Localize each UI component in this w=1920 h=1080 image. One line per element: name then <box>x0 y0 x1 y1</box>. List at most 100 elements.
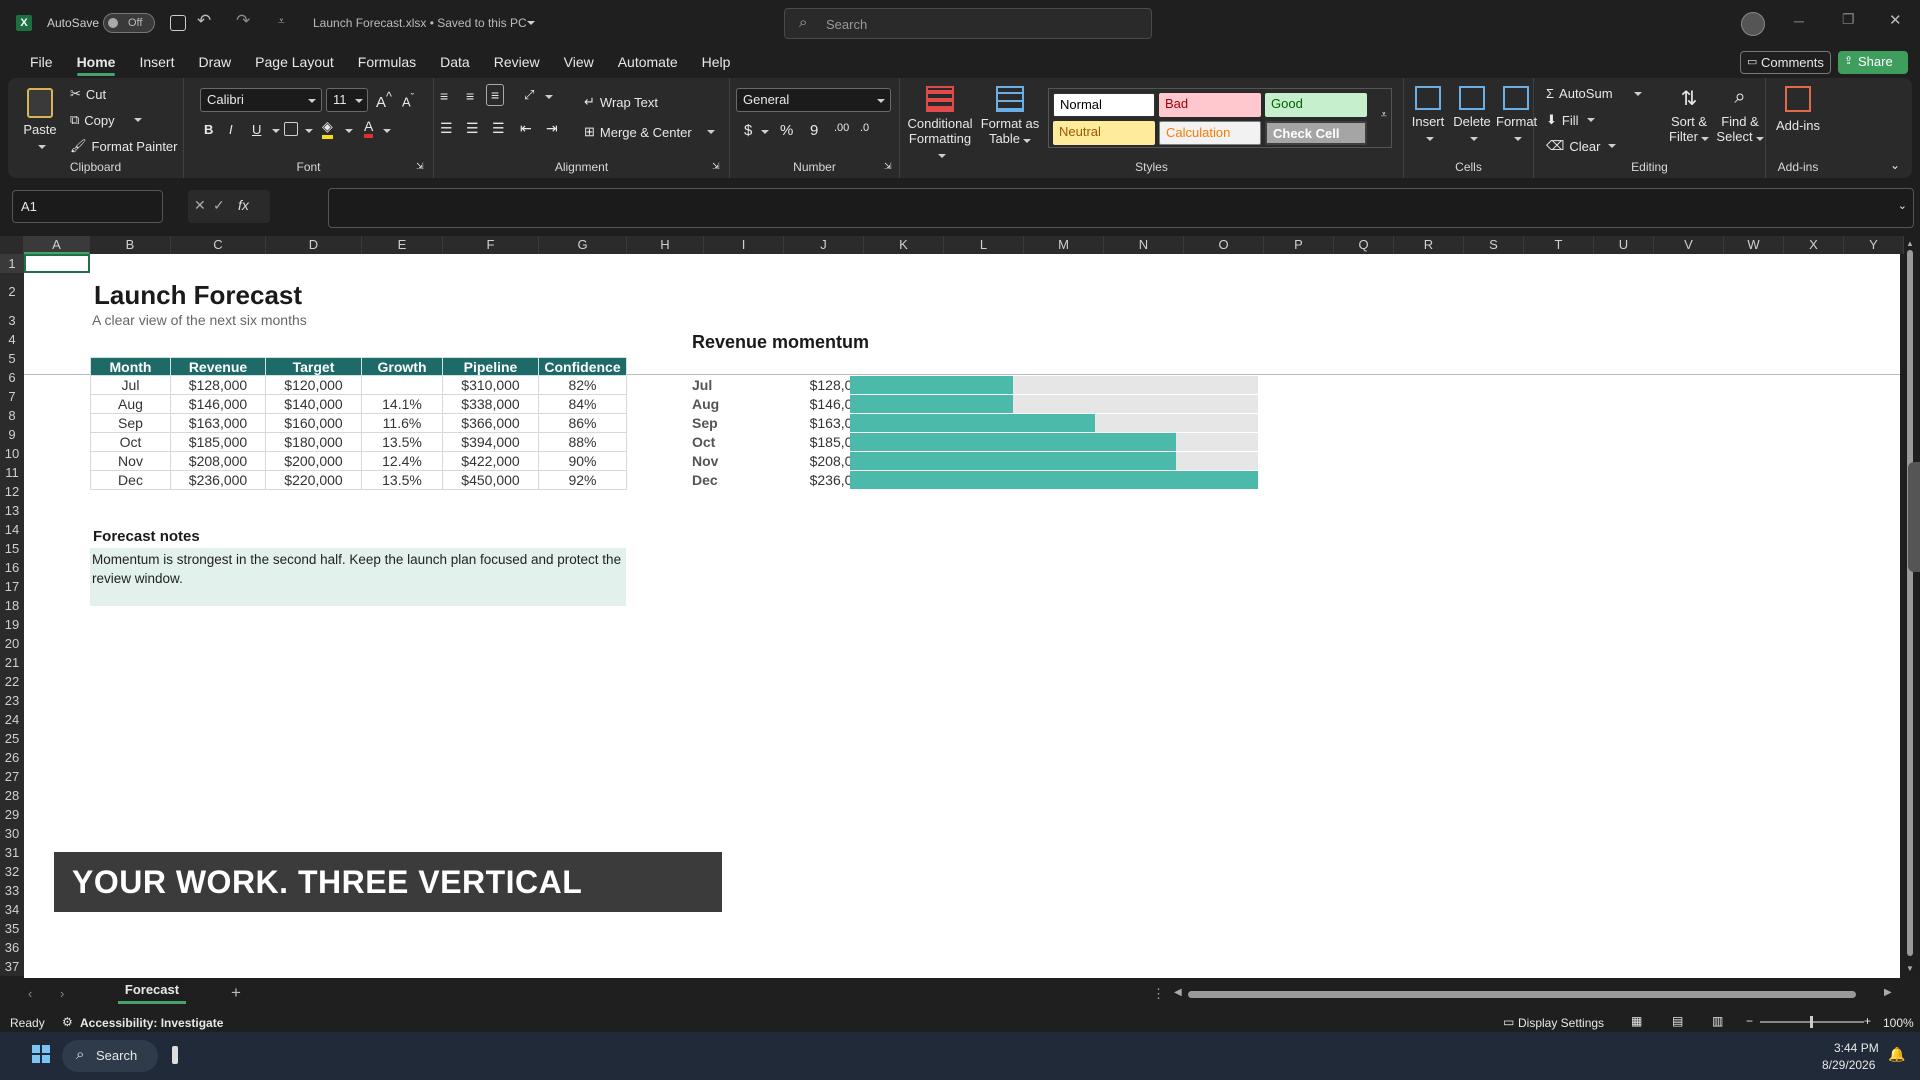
search-box[interactable]: ⌕ Search <box>784 8 1152 39</box>
column-header-n[interactable]: N <box>1104 236 1184 254</box>
header-revenue[interactable]: Revenue <box>170 357 266 376</box>
page-layout-view-icon[interactable]: ▤ <box>1672 1014 1683 1028</box>
menu-automate[interactable]: Automate <box>606 46 690 78</box>
minimize-icon[interactable]: ─ <box>1794 13 1804 29</box>
column-header-u[interactable]: U <box>1594 236 1654 254</box>
column-header-f[interactable]: F <box>443 236 539 254</box>
column-header-w[interactable]: W <box>1724 236 1784 254</box>
comments-button[interactable]: ▭ Comments <box>1740 51 1831 74</box>
display-settings-button[interactable]: Display Settings <box>1518 1016 1604 1030</box>
bold-icon[interactable]: B <box>204 122 213 137</box>
table-cell[interactable]: 82% <box>538 375 627 395</box>
header-target[interactable]: Target <box>265 357 362 376</box>
column-header-b[interactable]: B <box>90 236 171 254</box>
redo-icon[interactable]: ↷ <box>236 11 250 31</box>
clock-time[interactable]: 3:44 PM <box>1834 1041 1879 1055</box>
table-cell[interactable]: $450,000 <box>442 470 539 490</box>
row-header-31[interactable]: 31 <box>0 843 24 862</box>
table-cell[interactable]: Nov <box>90 451 171 471</box>
style-normal[interactable]: Normal <box>1053 93 1155 117</box>
row-header-37[interactable]: 37 <box>0 957 24 976</box>
row-header-16[interactable]: 16 <box>0 558 24 577</box>
row-header-30[interactable]: 30 <box>0 824 24 843</box>
table-cell[interactable]: $208,000 <box>170 451 266 471</box>
zoom-in-icon[interactable]: + <box>1864 1014 1871 1028</box>
increase-indent-icon[interactable]: ⇥ <box>546 120 558 137</box>
scroll-up-icon[interactable]: ▲ <box>1906 239 1914 248</box>
header-confidence[interactable]: Confidence <box>538 357 627 376</box>
autosum-button[interactable]: Σ AutoSum <box>1546 86 1642 101</box>
column-header-y[interactable]: Y <box>1844 236 1904 254</box>
row-header-36[interactable]: 36 <box>0 938 24 957</box>
zoom-slider-thumb[interactable] <box>1810 1016 1813 1028</box>
restore-icon[interactable]: ❐ <box>1842 11 1855 28</box>
style-calculation[interactable]: Calculation <box>1159 121 1261 145</box>
row-header-20[interactable]: 20 <box>0 634 24 653</box>
shrink-font-icon[interactable]: Aˇ <box>402 92 414 109</box>
column-header-t[interactable]: T <box>1524 236 1594 254</box>
number-format-select[interactable]: General <box>736 88 891 112</box>
table-cell[interactable]: $394,000 <box>442 432 539 452</box>
zoom-slider[interactable] <box>1760 1016 1864 1028</box>
add-sheet-icon[interactable]: + <box>231 983 241 1003</box>
row-header-27[interactable]: 27 <box>0 767 24 786</box>
addins-button[interactable]: Add-ins <box>1770 86 1826 133</box>
notes-box[interactable]: Momentum is strongest in the second half… <box>90 548 626 606</box>
column-header-j[interactable]: J <box>784 236 864 254</box>
row-header-24[interactable]: 24 <box>0 710 24 729</box>
column-header-s[interactable]: S <box>1464 236 1524 254</box>
row-header-6[interactable]: 6 <box>0 368 24 387</box>
column-header-l[interactable]: L <box>944 236 1024 254</box>
page-break-view-icon[interactable]: ▥ <box>1712 1014 1723 1028</box>
align-center-icon[interactable]: ☰ <box>466 120 479 137</box>
notification-icon[interactable]: 🔔 <box>1888 1046 1905 1063</box>
row-header-10[interactable]: 10 <box>0 444 24 463</box>
name-box[interactable]: A1 <box>12 190 163 223</box>
font-size-select[interactable]: 11 <box>326 88 368 112</box>
confirm-entry-icon[interactable]: ✓ <box>213 197 225 214</box>
table-cell[interactable]: Sep <box>90 413 171 433</box>
row-header-35[interactable]: 35 <box>0 919 24 938</box>
table-cell[interactable]: 90% <box>538 451 627 471</box>
row-header-13[interactable]: 13 <box>0 501 24 520</box>
underline-icon[interactable]: U <box>252 122 261 137</box>
column-header-g[interactable]: G <box>539 236 627 254</box>
percent-icon[interactable]: % <box>780 122 793 139</box>
table-cell[interactable]: Dec <box>90 470 171 490</box>
copy-button[interactable]: ⧉ Copy <box>70 112 142 128</box>
row-header-22[interactable]: 22 <box>0 672 24 691</box>
style-neutral[interactable]: Neutral <box>1053 121 1155 145</box>
autosave-toggle[interactable]: Off <box>103 13 155 33</box>
table-cell[interactable]: $310,000 <box>442 375 539 395</box>
table-cell[interactable]: 12.4% <box>361 451 443 471</box>
sheet-tab-forecast[interactable]: Forecast <box>118 978 186 1004</box>
clock-date[interactable]: 8/29/2026 <box>1822 1058 1875 1072</box>
table-cell[interactable]: $185,000 <box>170 432 266 452</box>
grow-font-icon[interactable]: A^ <box>376 90 392 111</box>
column-header-o[interactable]: O <box>1184 236 1264 254</box>
row-header-9[interactable]: 9 <box>0 425 24 444</box>
select-all-corner[interactable] <box>0 236 24 254</box>
table-cell[interactable]: 11.6% <box>361 413 443 433</box>
menu-help[interactable]: Help <box>690 46 743 78</box>
menu-file[interactable]: File <box>18 46 65 78</box>
table-cell[interactable]: $236,000 <box>170 470 266 490</box>
row-header-32[interactable]: 32 <box>0 862 24 881</box>
normal-view-icon[interactable]: ▦ <box>1631 1014 1642 1028</box>
scroll-right-icon[interactable]: ▶ <box>1884 987 1892 998</box>
align-left-icon[interactable]: ☰ <box>440 120 453 137</box>
orientation-icon[interactable]: ⤢ <box>524 87 534 103</box>
clear-button[interactable]: ⌫ Clear <box>1546 138 1617 154</box>
italic-icon[interactable]: I <box>229 122 233 137</box>
table-cell[interactable]: 92% <box>538 470 627 490</box>
font-color-icon[interactable]: A <box>364 118 374 138</box>
menu-view[interactable]: View <box>552 46 606 78</box>
table-cell[interactable]: $338,000 <box>442 394 539 414</box>
wrap-text-button[interactable]: ↵ Wrap Text <box>584 94 658 110</box>
align-right-icon[interactable]: ☰ <box>492 120 505 137</box>
header-pipeline[interactable]: Pipeline <box>442 357 539 376</box>
fill-button[interactable]: ⬇ Fill <box>1546 112 1595 128</box>
currency-icon[interactable]: $ <box>744 122 752 139</box>
fill-color-icon[interactable]: ◈ <box>322 118 333 139</box>
column-header-x[interactable]: X <box>1784 236 1844 254</box>
